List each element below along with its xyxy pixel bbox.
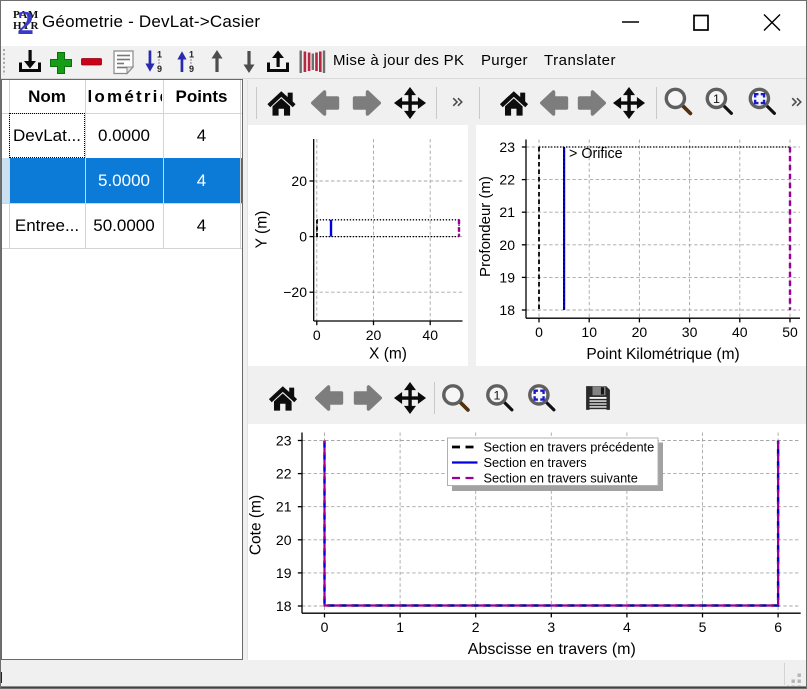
svg-text:21: 21 xyxy=(276,499,292,515)
svg-text:0: 0 xyxy=(313,327,321,343)
svg-text:40: 40 xyxy=(732,324,748,340)
svg-text:50: 50 xyxy=(782,324,798,340)
svg-text:20: 20 xyxy=(291,173,307,189)
svg-text:22: 22 xyxy=(276,466,292,482)
svg-text:19: 19 xyxy=(499,269,515,285)
svg-text:Profondeur (m): Profondeur (m) xyxy=(477,176,494,277)
svg-text:Point Kilométrique (m): Point Kilométrique (m) xyxy=(586,346,739,363)
svg-text:23: 23 xyxy=(499,139,515,155)
svg-text:2: 2 xyxy=(472,619,480,635)
svg-text:0: 0 xyxy=(299,229,307,245)
svg-text:Section en travers suivante: Section en travers suivante xyxy=(484,471,638,486)
svg-text:Y (m): Y (m) xyxy=(254,211,271,249)
svg-text:Cote (m): Cote (m) xyxy=(248,495,265,555)
svg-text:4: 4 xyxy=(623,619,631,635)
svg-text:1: 1 xyxy=(396,619,404,635)
svg-text:Section en travers: Section en travers xyxy=(484,455,587,470)
svg-text:18: 18 xyxy=(499,302,515,318)
svg-text:21: 21 xyxy=(499,204,515,220)
svg-text:3: 3 xyxy=(547,619,555,635)
svg-text:20: 20 xyxy=(499,237,515,253)
svg-text:20: 20 xyxy=(366,327,382,343)
svg-text:22: 22 xyxy=(499,172,515,188)
svg-text:10: 10 xyxy=(581,324,597,340)
svg-text:19: 19 xyxy=(276,565,292,581)
svg-text:18: 18 xyxy=(276,598,292,614)
svg-text:X (m): X (m) xyxy=(369,346,407,363)
svg-text:20: 20 xyxy=(276,532,292,548)
svg-text:> Orifice: > Orifice xyxy=(569,146,623,162)
svg-text:0: 0 xyxy=(321,619,329,635)
svg-text:30: 30 xyxy=(682,324,698,340)
svg-text:40: 40 xyxy=(422,327,438,343)
svg-text:20: 20 xyxy=(632,324,648,340)
svg-text:−20: −20 xyxy=(283,284,307,300)
svg-text:0: 0 xyxy=(535,324,543,340)
svg-text:5: 5 xyxy=(699,619,707,635)
svg-text:Section en travers précédente: Section en travers précédente xyxy=(484,440,655,455)
svg-text:23: 23 xyxy=(276,433,292,449)
svg-text:Abscisse en travers (m): Abscisse en travers (m) xyxy=(468,641,636,658)
svg-text:6: 6 xyxy=(774,619,782,635)
